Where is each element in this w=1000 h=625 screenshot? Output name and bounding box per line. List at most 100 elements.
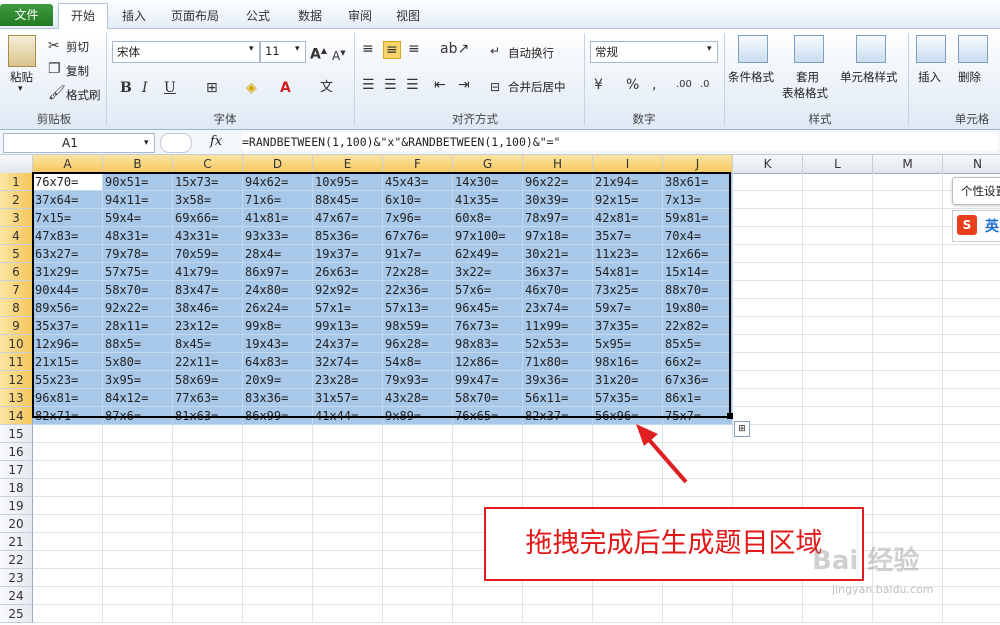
cell-j11[interactable]: 66x2= bbox=[663, 353, 733, 371]
cell-i2[interactable]: 92x15= bbox=[593, 191, 663, 209]
cell-g12[interactable]: 99x47= bbox=[453, 371, 523, 389]
cell-styles-button[interactable]: 单元格样式 bbox=[840, 69, 898, 85]
cell-f21[interactable] bbox=[383, 533, 453, 551]
row-header-1[interactable]: 1 bbox=[0, 173, 33, 191]
cell-e3[interactable]: 47x67= bbox=[313, 209, 383, 227]
cell-n5[interactable] bbox=[943, 245, 1000, 263]
cell-f16[interactable] bbox=[383, 443, 453, 461]
cell-h17[interactable] bbox=[523, 461, 593, 479]
cell-f4[interactable]: 67x76= bbox=[383, 227, 453, 245]
cell-c17[interactable] bbox=[173, 461, 243, 479]
cell-e12[interactable]: 23x28= bbox=[313, 371, 383, 389]
cell-j10[interactable]: 85x5= bbox=[663, 335, 733, 353]
cell-l25[interactable] bbox=[803, 605, 873, 623]
tab-data[interactable]: 数据 bbox=[288, 4, 332, 28]
cell-a1[interactable]: 76x70= bbox=[33, 173, 103, 191]
column-header-a[interactable]: A bbox=[33, 155, 103, 173]
tab-view[interactable]: 视图 bbox=[386, 4, 430, 28]
cell-l2[interactable] bbox=[803, 191, 873, 209]
tab-formulas[interactable]: 公式 bbox=[236, 4, 280, 28]
cell-a14[interactable]: 82x71= bbox=[33, 407, 103, 425]
cell-d19[interactable] bbox=[243, 497, 313, 515]
cell-d3[interactable]: 41x81= bbox=[243, 209, 313, 227]
cell-b20[interactable] bbox=[103, 515, 173, 533]
cell-j1[interactable]: 38x61= bbox=[663, 173, 733, 191]
cell-l3[interactable] bbox=[803, 209, 873, 227]
cell-b14[interactable]: 87x6= bbox=[103, 407, 173, 425]
cell-d10[interactable]: 19x43= bbox=[243, 335, 313, 353]
cell-k6[interactable] bbox=[733, 263, 803, 281]
cell-m14[interactable] bbox=[873, 407, 943, 425]
cell-styles-icon[interactable] bbox=[856, 35, 886, 63]
increase-decimal-icon[interactable]: .00 bbox=[676, 77, 692, 93]
cell-j7[interactable]: 88x70= bbox=[663, 281, 733, 299]
cell-k16[interactable] bbox=[733, 443, 803, 461]
cell-f7[interactable]: 22x36= bbox=[383, 281, 453, 299]
cell-l9[interactable] bbox=[803, 317, 873, 335]
cell-a15[interactable] bbox=[33, 425, 103, 443]
cell-e10[interactable]: 24x37= bbox=[313, 335, 383, 353]
cell-c21[interactable] bbox=[173, 533, 243, 551]
cell-n25[interactable] bbox=[943, 605, 1000, 623]
cell-h13[interactable]: 56x11= bbox=[523, 389, 593, 407]
cell-c8[interactable]: 38x46= bbox=[173, 299, 243, 317]
cell-a8[interactable]: 89x56= bbox=[33, 299, 103, 317]
delete-cells-icon[interactable] bbox=[958, 35, 988, 63]
cell-a7[interactable]: 90x44= bbox=[33, 281, 103, 299]
row-header-7[interactable]: 7 bbox=[0, 281, 33, 299]
cell-f13[interactable]: 43x28= bbox=[383, 389, 453, 407]
cell-l11[interactable] bbox=[803, 353, 873, 371]
cell-m11[interactable] bbox=[873, 353, 943, 371]
column-header-k[interactable]: K bbox=[733, 155, 803, 173]
cell-e8[interactable]: 57x1= bbox=[313, 299, 383, 317]
align-middle-icon[interactable]: ≡ bbox=[383, 41, 401, 59]
delete-cells-button[interactable]: 删除 bbox=[958, 69, 981, 85]
row-header-2[interactable]: 2 bbox=[0, 191, 33, 209]
cell-e11[interactable]: 32x74= bbox=[313, 353, 383, 371]
currency-icon[interactable]: ¥ bbox=[594, 77, 603, 93]
cell-l16[interactable] bbox=[803, 443, 873, 461]
cell-g14[interactable]: 76x65= bbox=[453, 407, 523, 425]
cell-k7[interactable] bbox=[733, 281, 803, 299]
cell-g5[interactable]: 62x49= bbox=[453, 245, 523, 263]
cell-i3[interactable]: 42x81= bbox=[593, 209, 663, 227]
comma-icon[interactable]: , bbox=[652, 77, 656, 93]
cell-b22[interactable] bbox=[103, 551, 173, 569]
cell-c1[interactable]: 15x73= bbox=[173, 173, 243, 191]
cell-f5[interactable]: 91x7= bbox=[383, 245, 453, 263]
cell-l18[interactable] bbox=[803, 479, 873, 497]
align-bottom-icon[interactable]: ≡ bbox=[408, 41, 420, 57]
cell-a19[interactable] bbox=[33, 497, 103, 515]
format-as-table-button-line2[interactable]: 表格格式 bbox=[782, 85, 828, 101]
cell-i5[interactable]: 11x23= bbox=[593, 245, 663, 263]
cell-m25[interactable] bbox=[873, 605, 943, 623]
row-header-25[interactable]: 25 bbox=[0, 605, 33, 623]
cell-g18[interactable] bbox=[453, 479, 523, 497]
cell-k18[interactable] bbox=[733, 479, 803, 497]
row-header-14[interactable]: 14 bbox=[0, 407, 33, 425]
cell-k2[interactable] bbox=[733, 191, 803, 209]
cell-c6[interactable]: 41x79= bbox=[173, 263, 243, 281]
row-header-18[interactable]: 18 bbox=[0, 479, 33, 497]
column-header-n[interactable]: N bbox=[943, 155, 1000, 173]
cell-h2[interactable]: 30x39= bbox=[523, 191, 593, 209]
cell-a22[interactable] bbox=[33, 551, 103, 569]
align-left-icon[interactable]: ☰ bbox=[362, 77, 375, 93]
cell-h4[interactable]: 97x18= bbox=[523, 227, 593, 245]
cell-c12[interactable]: 58x69= bbox=[173, 371, 243, 389]
cell-m13[interactable] bbox=[873, 389, 943, 407]
cell-n15[interactable] bbox=[943, 425, 1000, 443]
cell-g15[interactable] bbox=[453, 425, 523, 443]
row-header-3[interactable]: 3 bbox=[0, 209, 33, 227]
cell-d25[interactable] bbox=[243, 605, 313, 623]
cell-c11[interactable]: 22x11= bbox=[173, 353, 243, 371]
tab-page-layout[interactable]: 页面布局 bbox=[164, 4, 226, 28]
underline-icon[interactable]: U bbox=[164, 80, 176, 96]
cell-a25[interactable] bbox=[33, 605, 103, 623]
cell-d6[interactable]: 86x97= bbox=[243, 263, 313, 281]
cell-c2[interactable]: 3x58= bbox=[173, 191, 243, 209]
cell-j12[interactable]: 67x36= bbox=[663, 371, 733, 389]
cell-g2[interactable]: 41x35= bbox=[453, 191, 523, 209]
cell-c24[interactable] bbox=[173, 587, 243, 605]
shrink-font-icon[interactable]: A▼ bbox=[332, 45, 346, 64]
